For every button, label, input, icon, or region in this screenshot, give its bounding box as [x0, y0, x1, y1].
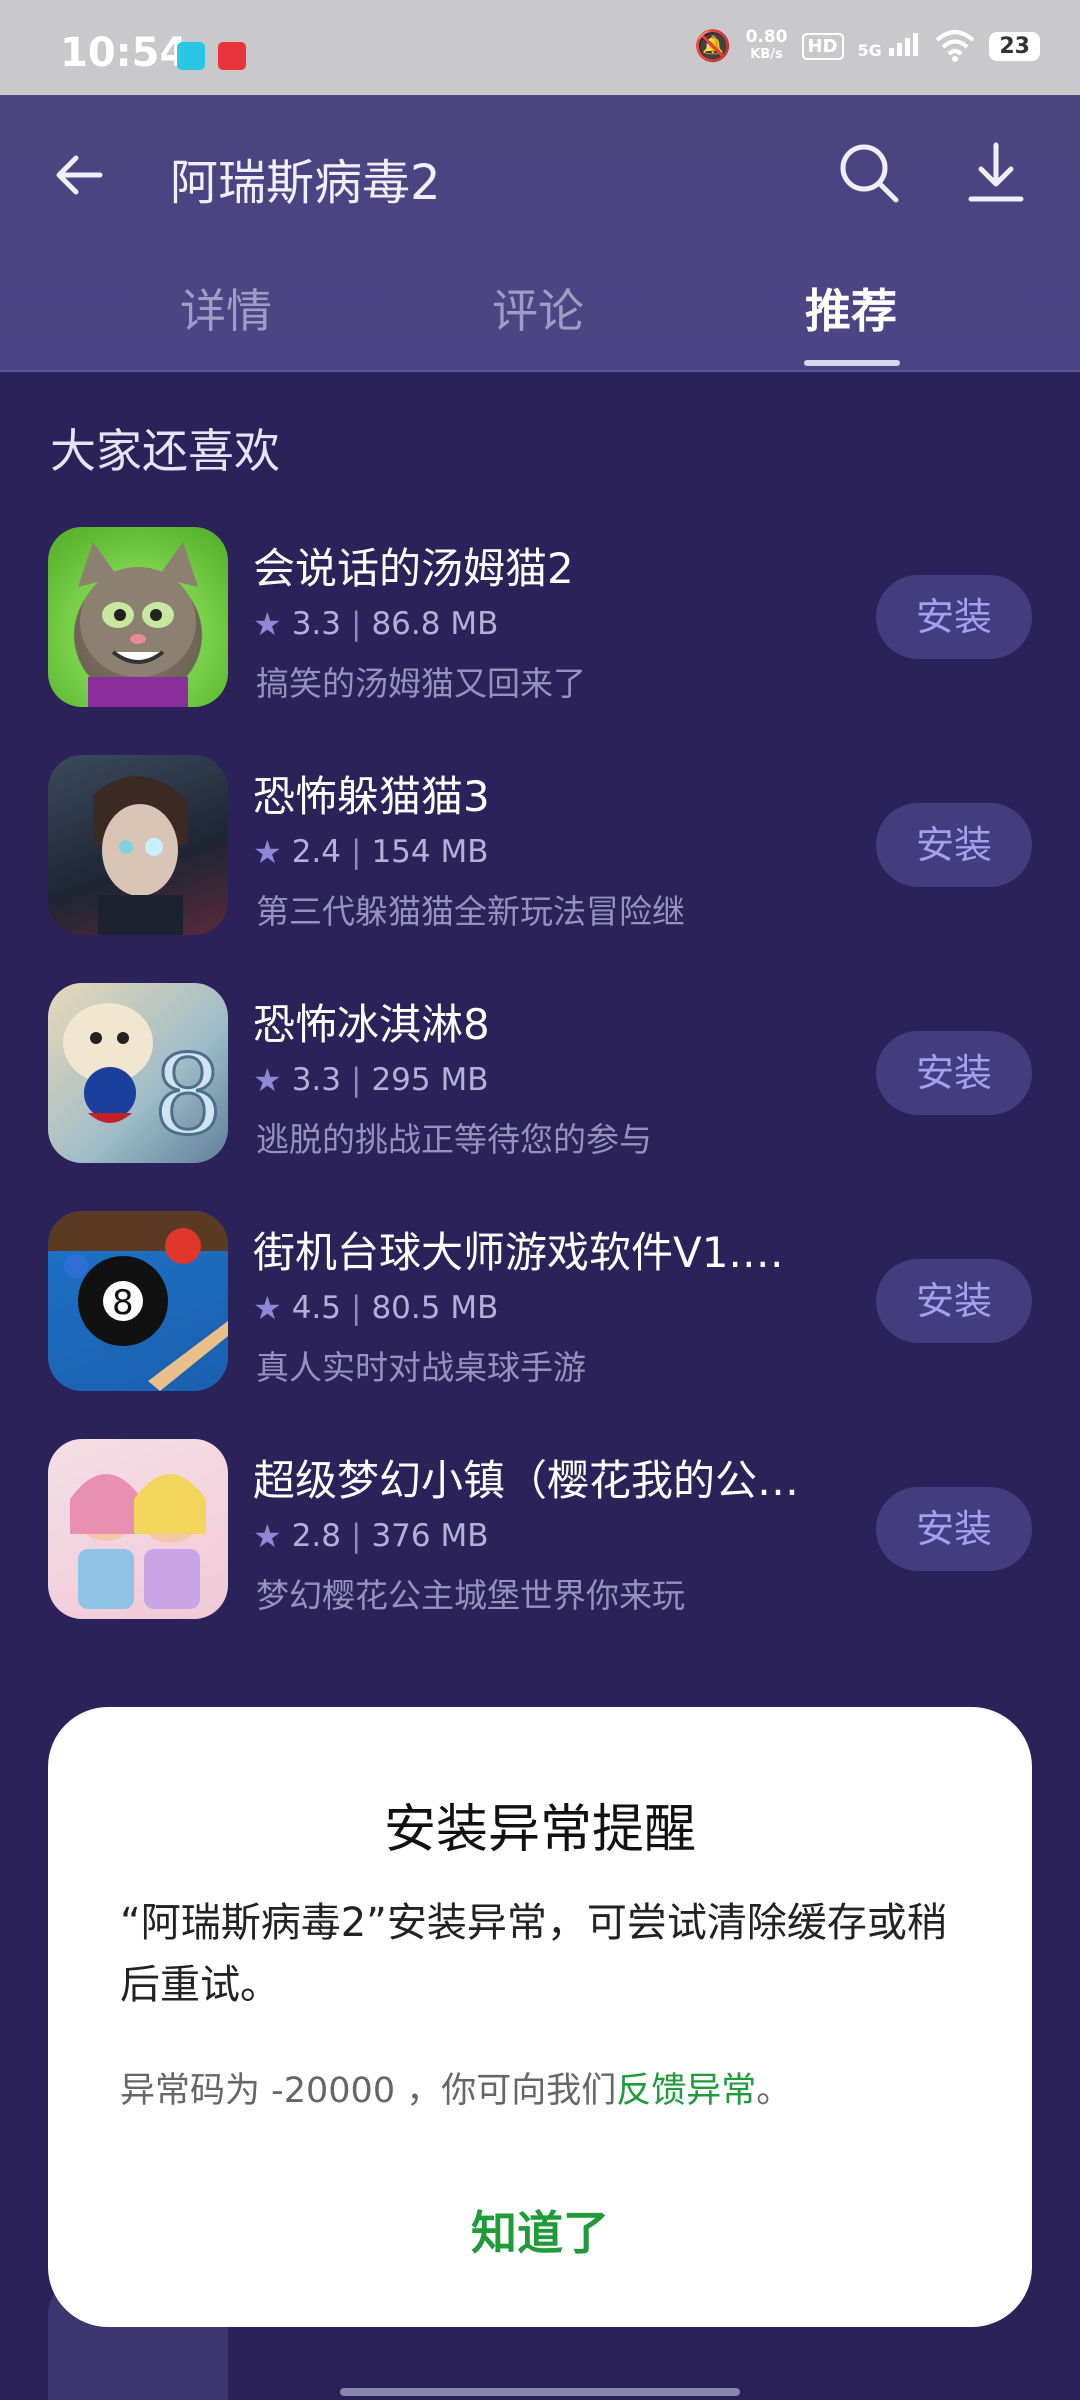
star-icon: ★ [253, 1061, 282, 1099]
tab-active-indicator [804, 360, 900, 366]
tab-recommended[interactable]: 推荐 [805, 275, 897, 341]
app-meta: ★ 3.3 | 86.8 MB [253, 605, 498, 643]
divider: | [351, 834, 362, 870]
app-meta: ★ 3.3 | 295 MB [253, 1061, 489, 1099]
error-code-text: 异常码为 -20000 ，你可向我们反馈异常。 [120, 2071, 792, 2111]
star-icon: ★ [253, 1517, 282, 1555]
app-description: 第三代躲猫猫全新玩法冒险继 [256, 892, 685, 931]
app-rating: 2.8 [291, 1518, 341, 1554]
tab-comments[interactable]: 评论 [492, 275, 584, 341]
app-icon-talking-tom [48, 527, 228, 707]
divider: | [351, 1062, 362, 1098]
install-button[interactable]: 安装 [876, 803, 1032, 887]
app-rating: 2.4 [291, 834, 341, 870]
list-item[interactable]: 会说话的汤姆猫2 ★ 3.3 | 86.8 MB 搞笑的汤姆猫又回来了 安装 [0, 527, 1080, 707]
app-size: 86.8 MB [371, 606, 499, 642]
battery-icon: 23 [989, 31, 1040, 61]
install-button[interactable]: 安装 [876, 1031, 1032, 1115]
list-item[interactable]: 8 恐怖冰淇淋8 ★ 3.3 | 295 MB 逃脱的挑战正等待您的参与 安装 [0, 983, 1080, 1163]
install-button[interactable]: 安装 [876, 1259, 1032, 1343]
app-meta: ★ 2.4 | 154 MB [253, 833, 489, 871]
app-icon-ice-scream: 8 [48, 983, 228, 1163]
app-size: 80.5 MB [371, 1290, 499, 1326]
install-error-dialog: 安装异常提醒 “阿瑞斯病毒2”安装异常，可尝试清除缓存或稍后重试。 异常码为 -… [48, 1707, 1032, 2327]
dialog-title: 安装异常提醒 [383, 1800, 696, 1860]
star-icon: ★ [253, 833, 282, 871]
divider: | [351, 1518, 362, 1554]
app-meta: ★ 2.8 | 376 MB [253, 1517, 489, 1555]
list-item[interactable]: 8 街机台球大师游戏软件V1.… ★ 4.5 | 80.5 MB 真人实时对战桌… [0, 1211, 1080, 1391]
status-bar: 10:54 🔕 0.80 KB/s HD 5G 23 [0, 0, 1080, 95]
star-icon: ★ [253, 605, 282, 643]
app-header: 阿瑞斯病毒2 详情 评论 推荐 [0, 95, 1080, 372]
app-description: 逃脱的挑战正等待您的参与 [256, 1120, 652, 1159]
download-icon[interactable] [963, 139, 1029, 205]
app-icon-dream-town [48, 1439, 228, 1619]
svg-text:8: 8 [153, 1031, 223, 1159]
app-size: 154 MB [371, 834, 489, 870]
network-speed: 0.80 KB/s [745, 27, 788, 62]
app-name: 会说话的汤姆猫2 [253, 544, 574, 593]
star-icon: ★ [253, 1289, 282, 1327]
install-button[interactable]: 安装 [876, 1487, 1032, 1571]
wifi-icon [936, 30, 975, 62]
app-description: 真人实时对战桌球手游 [256, 1348, 586, 1387]
install-button[interactable]: 安装 [876, 575, 1032, 659]
app-description: 梦幻樱花公主城堡世界你来玩 [256, 1576, 685, 1615]
app-description: 搞笑的汤姆猫又回来了 [256, 664, 586, 703]
app-rating: 3.3 [291, 1062, 341, 1098]
app-name: 恐怖冰淇淋8 [253, 1000, 490, 1049]
section-title: 大家还喜欢 [50, 424, 280, 478]
dialog-message: “阿瑞斯病毒2”安装异常，可尝试清除缓存或稍后重试。 [120, 1900, 947, 2008]
status-indicators: 🔕 0.80 KB/s HD 5G 23 [694, 28, 1040, 64]
notification-app-icon [177, 42, 205, 70]
signal-icon: 5G [858, 32, 922, 60]
page-title: 阿瑞斯病毒2 [170, 155, 441, 211]
app-name: 街机台球大师游戏软件V1.… [253, 1228, 784, 1277]
ok-button[interactable]: 知道了 [48, 2197, 1032, 2263]
app-size: 376 MB [371, 1518, 489, 1554]
tab-bar: 详情 评论 推荐 [0, 275, 1080, 370]
app-meta: ★ 4.5 | 80.5 MB [253, 1289, 498, 1327]
mute-icon: 🔕 [694, 28, 732, 64]
list-item[interactable]: 恐怖躲猫猫3 ★ 2.4 | 154 MB 第三代躲猫猫全新玩法冒险继 安装 [0, 755, 1080, 935]
app-icon-billiards: 8 [48, 1211, 228, 1391]
divider: | [351, 1290, 362, 1326]
status-time: 10:54 [60, 30, 188, 76]
app-name: 恐怖躲猫猫3 [253, 772, 490, 821]
svg-text:8: 8 [112, 1283, 134, 1323]
home-indicator[interactable] [340, 2388, 740, 2396]
feedback-link[interactable]: 反馈异常 [616, 2071, 756, 2111]
app-size: 295 MB [371, 1062, 489, 1098]
app-icon-horror-hide-seek [48, 755, 228, 935]
notification-app-icon-2 [218, 42, 246, 70]
app-name: 超级梦幻小镇（樱花我的公… [253, 1456, 800, 1505]
hd-badge: HD [801, 32, 844, 60]
tab-details[interactable]: 详情 [180, 275, 272, 341]
app-rating: 4.5 [291, 1290, 341, 1326]
search-icon[interactable] [836, 140, 902, 206]
list-item[interactable]: 超级梦幻小镇（樱花我的公… ★ 2.8 | 376 MB 梦幻樱花公主城堡世界你… [0, 1439, 1080, 1619]
divider: | [351, 606, 362, 642]
back-arrow-icon[interactable] [50, 145, 110, 205]
app-rating: 3.3 [291, 606, 341, 642]
